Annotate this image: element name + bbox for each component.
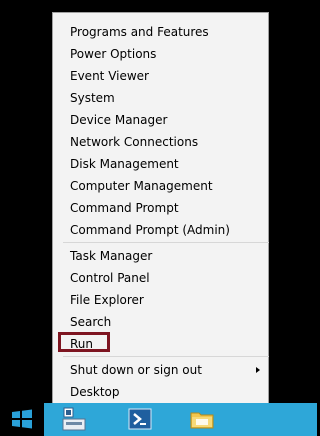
menu-item-desktop[interactable]: Desktop bbox=[70, 382, 120, 402]
taskbar bbox=[0, 403, 317, 436]
menu-item-file-explorer[interactable]: File Explorer bbox=[70, 290, 144, 310]
menu-item-control-panel[interactable]: Control Panel bbox=[70, 268, 150, 288]
windows-logo-icon bbox=[12, 409, 32, 429]
menu-item-disk-management[interactable]: Disk Management bbox=[70, 154, 179, 174]
menu-item-network-connections[interactable]: Network Connections bbox=[70, 132, 198, 152]
server-manager-icon[interactable] bbox=[62, 407, 86, 431]
start-button[interactable] bbox=[0, 403, 44, 436]
run-highlight-box bbox=[58, 332, 110, 352]
menu-item-computer-management[interactable]: Computer Management bbox=[70, 176, 213, 196]
menu-item-event-viewer[interactable]: Event Viewer bbox=[70, 66, 149, 86]
powershell-icon[interactable] bbox=[128, 407, 152, 431]
menu-item-shut-down-or-sign-out[interactable]: Shut down or sign out bbox=[70, 360, 202, 380]
menu-item-programs-and-features[interactable]: Programs and Features bbox=[70, 22, 209, 42]
menu-item-search[interactable]: Search bbox=[70, 312, 111, 332]
menu-item-system[interactable]: System bbox=[70, 88, 115, 108]
menu-separator bbox=[63, 242, 269, 243]
menu-separator bbox=[63, 356, 269, 357]
menu-item-task-manager[interactable]: Task Manager bbox=[70, 246, 152, 266]
file-explorer-folder-icon[interactable] bbox=[190, 407, 214, 431]
menu-item-power-options[interactable]: Power Options bbox=[70, 44, 156, 64]
menu-item-command-prompt-admin[interactable]: Command Prompt (Admin) bbox=[70, 220, 230, 240]
winx-context-menu: Programs and Features Power Options Even… bbox=[52, 12, 269, 404]
submenu-arrow-icon bbox=[256, 367, 260, 373]
menu-item-device-manager[interactable]: Device Manager bbox=[70, 110, 167, 130]
menu-item-command-prompt[interactable]: Command Prompt bbox=[70, 198, 179, 218]
